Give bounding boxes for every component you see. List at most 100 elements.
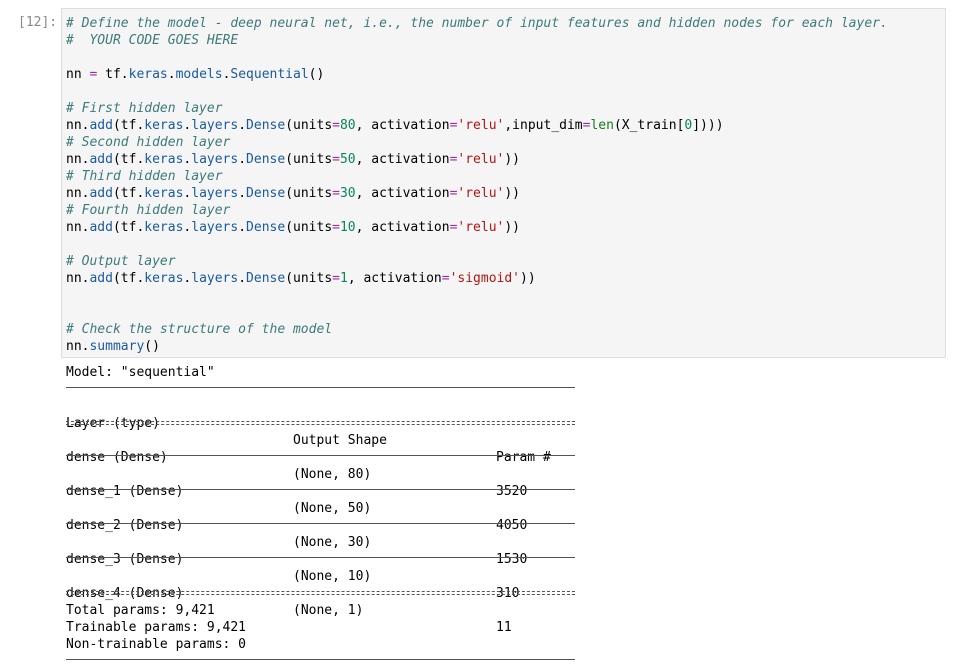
code-token: (units — [285, 118, 333, 133]
divider — [66, 653, 575, 670]
code-token: keras — [144, 271, 184, 286]
code-number: 10 — [339, 220, 356, 235]
code-token: = — [332, 118, 340, 133]
code-token: )) — [504, 186, 521, 201]
code-string: 'relu' — [457, 118, 505, 133]
divider — [66, 449, 575, 466]
code-token: . — [238, 152, 247, 167]
code-number: 30 — [339, 186, 356, 201]
code-token: )) — [504, 220, 521, 235]
code-comment: # Output layer — [66, 254, 176, 269]
code-token: (tf. — [112, 186, 145, 201]
code-text[interactable]: # Define the model - deep neural net, i.… — [62, 9, 945, 355]
divider — [66, 381, 575, 398]
code-token: tf. — [97, 67, 129, 82]
code-token: layers — [191, 271, 239, 286]
code-token: , activation — [355, 186, 450, 201]
code-token: (tf. — [112, 118, 145, 133]
notebook-cell: [12]: # Define the model - deep neural n… — [0, 0, 957, 672]
code-token: add — [89, 118, 113, 133]
code-token: keras — [128, 67, 168, 82]
code-token: ,input_dim — [504, 118, 583, 133]
code-comment: # Define the model - deep neural net, i.… — [66, 16, 888, 31]
code-token: Dense — [246, 118, 286, 133]
divider — [66, 483, 575, 500]
code-token: = — [332, 186, 340, 201]
code-token: nn — [66, 67, 90, 82]
code-token: nn. — [66, 152, 90, 167]
code-builtin: len — [590, 118, 614, 133]
divider — [66, 517, 575, 534]
layer-shape: (None, 10) — [293, 569, 372, 584]
code-string: 'relu' — [457, 186, 505, 201]
code-comment: # Third hidden layer — [66, 169, 223, 184]
table-row: dense_4 (Dense) (None, 1) 11 — [66, 568, 512, 635]
code-number: 50 — [339, 152, 356, 167]
code-token: Sequential — [230, 67, 309, 82]
code-number: 1 — [339, 271, 348, 286]
code-token: nn. — [66, 186, 90, 201]
code-token: Dense — [246, 220, 286, 235]
code-token: (units — [285, 220, 333, 235]
table-row: dense_1 (Dense) (None, 50) 4050 — [66, 466, 527, 533]
code-token: (X_train[ — [613, 118, 685, 133]
code-token: , activation — [355, 118, 450, 133]
code-token: keras — [144, 152, 184, 167]
code-token: . — [238, 186, 247, 201]
execution-count: [12]: — [18, 15, 58, 30]
code-token: )) — [520, 271, 536, 286]
code-token: , activation — [355, 220, 450, 235]
code-token: . — [167, 67, 176, 82]
summary-header-row: Layer (type) Output Shape Param # — [66, 398, 551, 465]
code-token: = — [332, 220, 340, 235]
header-output-shape: Output Shape — [293, 433, 387, 448]
layer-shape: (None, 1) — [293, 603, 364, 618]
code-token: (tf. — [112, 220, 145, 235]
code-token: () — [144, 339, 160, 354]
code-token: (tf. — [112, 271, 145, 286]
header-param: Param # — [496, 450, 551, 465]
code-token: keras — [144, 186, 184, 201]
code-token: add — [89, 220, 113, 235]
layer-params: 3520 — [496, 484, 528, 499]
code-token: , activation — [355, 152, 450, 167]
code-token: add — [89, 271, 113, 286]
code-token: () — [308, 67, 325, 82]
code-token: layers — [191, 152, 239, 167]
code-token: . — [238, 220, 247, 235]
double-divider — [66, 585, 575, 602]
table-row: dense_2 (Dense) (None, 30) 1530 — [66, 500, 527, 567]
code-token: ]))) — [692, 118, 724, 133]
code-token: (units — [285, 271, 333, 286]
code-string: 'sigmoid' — [449, 271, 521, 286]
code-token: models — [175, 67, 223, 82]
code-token: (units — [285, 152, 333, 167]
code-editor[interactable]: # Define the model - deep neural net, i.… — [61, 8, 946, 358]
code-token: add — [89, 152, 113, 167]
code-string: 'relu' — [457, 220, 505, 235]
layer-shape: (None, 80) — [293, 467, 372, 482]
code-token: nn. — [66, 271, 90, 286]
double-divider — [66, 415, 575, 432]
model-name-line: Model: "sequential" — [66, 365, 215, 380]
code-string: 'relu' — [457, 152, 505, 167]
code-token: nn. — [66, 220, 90, 235]
code-token: keras — [144, 118, 184, 133]
layer-params: 1530 — [496, 552, 528, 567]
code-token: add — [89, 186, 113, 201]
code-token: nn. — [66, 118, 90, 133]
code-token: = — [332, 271, 340, 286]
code-token: = — [441, 271, 450, 286]
code-token: layers — [191, 186, 239, 201]
code-token: Dense — [246, 152, 286, 167]
code-token: )) — [504, 152, 521, 167]
code-token: nn. — [66, 339, 90, 354]
cell-output: Model: "sequential" Layer (type) Output … — [66, 364, 575, 670]
layer-shape: (None, 30) — [293, 535, 372, 550]
code-token: (units — [285, 186, 333, 201]
layer-params: 4050 — [496, 518, 528, 533]
code-number: 80 — [339, 118, 356, 133]
code-token: keras — [144, 220, 184, 235]
code-token: Dense — [246, 271, 286, 286]
code-token: = — [332, 152, 340, 167]
